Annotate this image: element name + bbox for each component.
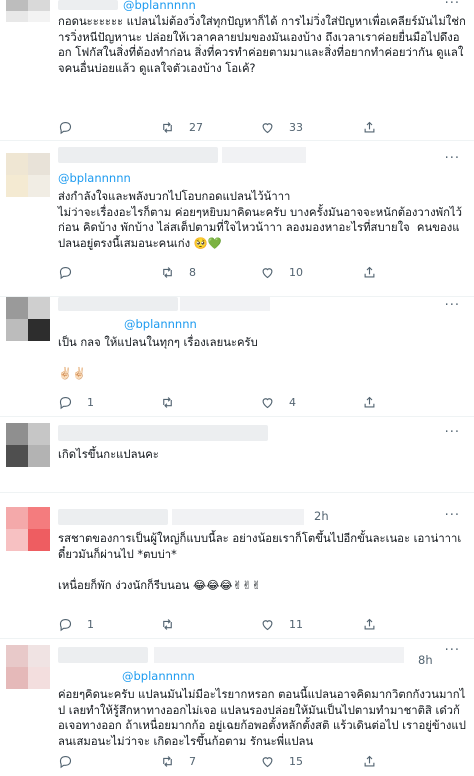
share-button[interactable] xyxy=(362,615,377,633)
reply-icon xyxy=(59,755,72,768)
share-icon xyxy=(364,121,375,132)
reply-icon xyxy=(59,396,72,409)
share-icon xyxy=(364,755,375,766)
like-button[interactable]: 33 xyxy=(260,118,303,136)
tweet-text: รสชาตของการเป็นผู้ใหญ่ก็แบบนี้ละ อย่างน้… xyxy=(58,532,462,592)
more-icon[interactable]: ··· xyxy=(445,425,460,440)
retweet-button[interactable]: 8 xyxy=(160,263,196,281)
reply-thread: @bplannnnn ··· กอดนะะะะะะ แปลนไม่ต้องวิ่… xyxy=(0,0,474,776)
heart-icon xyxy=(262,397,273,408)
reply-tweet[interactable]: @bplannnnn ··· ส่งกำลังใจและพลังบวกไปโอบ… xyxy=(0,141,474,297)
redacted-area xyxy=(172,509,304,525)
display-name[interactable] xyxy=(58,509,168,525)
reply-icon xyxy=(59,266,72,279)
handle[interactable]: @bplannnnn xyxy=(122,669,195,683)
timestamp[interactable]: 8h xyxy=(418,653,433,667)
replying-to: @bplannnnn xyxy=(58,171,131,185)
reply-icon xyxy=(59,618,72,631)
redacted-area xyxy=(180,297,270,311)
tweet-text: ค่อยๆคิดนะครับ แปลนมันไม่มีอะไรยากหรอก ต… xyxy=(58,688,466,748)
heart-icon xyxy=(262,619,273,630)
share-icon xyxy=(364,266,375,277)
reply-tweet[interactable]: ··· เกิดไรขึ้นกะแปลนคะ xyxy=(0,417,474,493)
redacted-area xyxy=(222,147,306,163)
heart-icon xyxy=(262,756,273,767)
retweet-icon xyxy=(163,755,172,767)
handle[interactable]: @bplannnnn xyxy=(124,317,197,331)
reply-tweet[interactable]: 2h ··· รสชาตของการเป็นผู้ใหญ่ก็แบบนี้ละ … xyxy=(0,493,474,639)
retweet-icon xyxy=(163,266,172,278)
more-icon[interactable]: ··· xyxy=(445,508,460,523)
retweet-count: 8 xyxy=(189,265,196,279)
tweet-actions: 8 10 xyxy=(58,263,458,281)
more-icon[interactable]: ··· xyxy=(445,151,460,166)
like-count: 15 xyxy=(289,754,303,768)
redacted-area xyxy=(154,647,404,663)
share-icon xyxy=(364,618,375,629)
like-count: 33 xyxy=(289,120,303,134)
tweet-text: เกิดไรขึ้นกะแปลนคะ xyxy=(58,448,159,461)
share-button[interactable] xyxy=(362,118,377,136)
share-button[interactable] xyxy=(362,263,377,281)
avatar[interactable] xyxy=(6,423,50,467)
share-button[interactable] xyxy=(362,752,377,770)
retweet-button[interactable]: 7 xyxy=(160,752,196,770)
reply-count: 1 xyxy=(87,395,94,409)
display-name[interactable] xyxy=(58,0,118,10)
display-name[interactable] xyxy=(58,425,268,441)
reply-button[interactable] xyxy=(58,118,87,136)
retweet-count: 7 xyxy=(189,754,196,768)
reply-tweet[interactable]: 8h @bplannnnn ··· ค่อยๆคิดนะครับ แปลนมัน… xyxy=(0,639,474,776)
timestamp[interactable]: 2h xyxy=(314,509,329,523)
display-name[interactable] xyxy=(58,147,218,163)
display-name[interactable] xyxy=(58,297,178,311)
replying-to-handle[interactable]: @bplannnnn xyxy=(58,171,131,185)
reply-tweet[interactable]: @bplannnnn ··· กอดนะะะะะะ แปลนไม่ต้องวิ่… xyxy=(0,0,474,141)
reply-button[interactable] xyxy=(58,752,87,770)
retweet-button[interactable] xyxy=(160,393,189,411)
retweet-icon xyxy=(163,396,172,408)
tweet-text: ส่งกำลังใจและพลังบวกไปโอบกอดแปลนไว้น้าาา… xyxy=(58,190,462,250)
reply-icon xyxy=(59,121,72,134)
heart-icon xyxy=(262,267,273,278)
tweet-actions: 27 33 xyxy=(58,118,458,136)
like-button[interactable]: 15 xyxy=(260,752,303,770)
like-count: 10 xyxy=(289,265,303,279)
retweet-count: 27 xyxy=(189,120,203,134)
like-button[interactable]: 10 xyxy=(260,263,303,281)
retweet-button[interactable]: 27 xyxy=(160,118,203,136)
like-count: 11 xyxy=(289,617,303,631)
display-name[interactable] xyxy=(58,647,148,663)
more-icon[interactable]: ··· xyxy=(445,643,460,658)
reply-tweet[interactable]: @bplannnnn ··· เป็น กลจ ให้แปลนในทุกๆ เร… xyxy=(0,297,474,417)
reply-button[interactable] xyxy=(58,263,87,281)
tweet-text: กอดนะะะะะะ แปลนไม่ต้องวิ่งใส่ทุกปัญหาก็ไ… xyxy=(58,15,466,75)
avatar[interactable] xyxy=(6,507,50,551)
more-icon[interactable]: ··· xyxy=(445,0,460,11)
avatar[interactable] xyxy=(6,297,50,341)
handle[interactable]: @bplannnnn xyxy=(123,0,196,12)
like-button[interactable]: 11 xyxy=(260,615,303,633)
tweet-actions: 1 4 xyxy=(58,393,458,411)
retweet-icon xyxy=(163,121,172,133)
like-count: 4 xyxy=(289,395,296,409)
avatar[interactable] xyxy=(6,645,50,689)
reply-button[interactable]: 1 xyxy=(58,615,94,633)
heart-icon xyxy=(262,122,273,133)
retweet-icon xyxy=(163,618,172,630)
avatar[interactable] xyxy=(6,0,50,22)
more-icon[interactable]: ··· xyxy=(445,298,460,313)
share-button[interactable] xyxy=(362,393,377,411)
reply-count: 1 xyxy=(87,617,94,631)
avatar[interactable] xyxy=(6,153,50,197)
tweet-actions: 1 11 xyxy=(58,615,458,633)
like-button[interactable]: 4 xyxy=(260,393,296,411)
share-icon xyxy=(364,396,375,407)
reply-button[interactable]: 1 xyxy=(58,393,94,411)
retweet-button[interactable] xyxy=(160,615,189,633)
tweet-text: เป็น กลจ ให้แปลนในทุกๆ เรื่องเลยนะครับ ✌… xyxy=(58,336,258,380)
tweet-actions: 7 15 xyxy=(58,752,458,770)
